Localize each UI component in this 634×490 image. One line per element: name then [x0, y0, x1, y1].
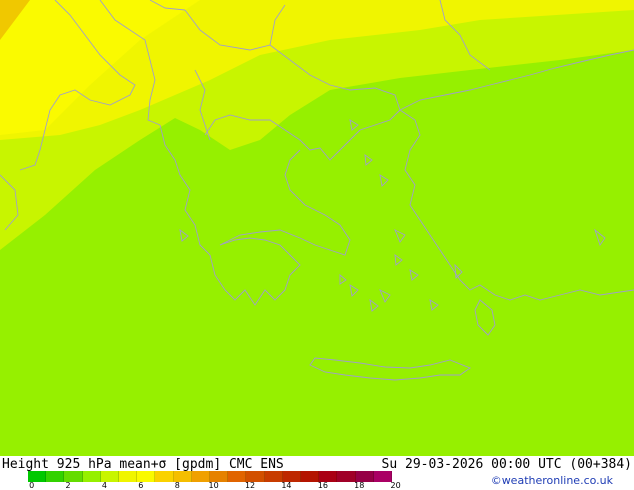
scale-swatch: [191, 471, 211, 482]
scale-swatch: [119, 471, 138, 482]
scale-swatch: [373, 471, 393, 482]
valid-time-label: Su 29-03-2026 00:00 UTC (00+384): [381, 457, 632, 472]
scale-tick-label: 8: [174, 481, 180, 490]
scale-tick-label: 2: [65, 481, 71, 490]
scale-swatch: [228, 471, 247, 482]
scale-swatch: [264, 471, 283, 482]
scale-tick-label: 10: [208, 481, 219, 490]
scale-swatch: [155, 471, 174, 482]
scale-swatch: [46, 471, 65, 482]
scale-swatch: [82, 471, 101, 482]
scale-tick-label: 12: [244, 481, 256, 490]
scale-tick-label: 14: [281, 481, 292, 490]
scale-tick-label: 4: [101, 481, 107, 490]
scale-tick-label: 18: [354, 481, 365, 490]
credit-link[interactable]: ©weatheronline.co.uk: [491, 474, 613, 488]
product-label: Height 925 hPa mean+σ [gpdm] CMC ENS: [2, 457, 284, 472]
scale-tick-label: 6: [138, 481, 144, 490]
scale-swatch: [301, 471, 320, 482]
scale-tick-label: 20: [390, 481, 401, 490]
color-scale-ticks: 0 2 4 6 8 10 12 14 16 18 20: [28, 481, 401, 490]
map-panel: [0, 0, 634, 456]
scale-tick-label: 0: [29, 481, 35, 490]
scale-swatch: [337, 471, 356, 482]
scale-tick-label: 16: [317, 481, 328, 490]
